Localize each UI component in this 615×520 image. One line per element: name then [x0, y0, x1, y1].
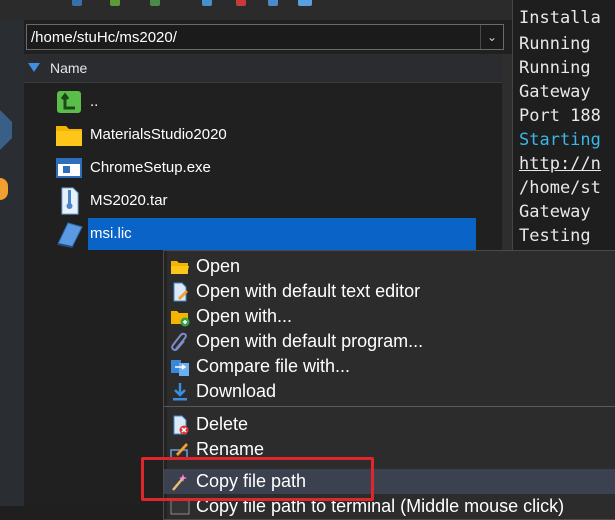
- toolbar-icon[interactable]: [110, 0, 120, 6]
- open-with-icon: [171, 311, 190, 327]
- path-bar[interactable]: /home/stuHc/ms2020/ ⌄: [26, 24, 504, 50]
- menu-item-delete[interactable]: Delete: [164, 412, 615, 437]
- menu-item-label: Compare file with...: [196, 356, 351, 376]
- terminal-line: Installa: [519, 8, 601, 28]
- highlight-annotation-box: [141, 457, 374, 501]
- menu-item-open-text-editor[interactable]: Open with default text editor: [164, 279, 615, 304]
- terminal-line: Gateway: [519, 202, 591, 222]
- menu-item-download[interactable]: Download: [164, 379, 615, 404]
- file-name: ChromeSetup.exe: [90, 159, 211, 176]
- menu-item-open-with[interactable]: Open with...: [164, 304, 615, 329]
- download-icon: [173, 383, 187, 401]
- terminal-line: Starting: [519, 130, 601, 150]
- menu-item-label: Open with...: [196, 306, 293, 326]
- toolbar-icon[interactable]: [72, 0, 82, 6]
- menu-item-label: Open: [196, 256, 241, 276]
- file-name: MaterialsStudio2020: [90, 126, 227, 143]
- terminal-link[interactable]: http://n: [519, 154, 601, 174]
- parent-folder-icon: [57, 91, 81, 113]
- menu-item-label: Delete: [196, 414, 249, 434]
- paperclip-icon: [171, 332, 187, 351]
- terminal-line: Testing: [519, 226, 591, 246]
- archive-icon: [61, 187, 79, 215]
- toolbar-icon[interactable]: [298, 0, 312, 6]
- menu-item-open[interactable]: Open: [164, 254, 615, 279]
- menu-item-label: Open with default program...: [196, 331, 424, 351]
- exe-icon: [56, 158, 82, 178]
- column-header-name[interactable]: Name: [24, 54, 502, 83]
- toolbar-icon[interactable]: [268, 0, 278, 6]
- file-icon: [57, 222, 83, 248]
- folder-open-icon: [171, 261, 189, 274]
- sort-arrow-icon: [28, 63, 40, 72]
- menu-item-label: Open with default text editor: [196, 281, 421, 301]
- file-name: ..: [90, 93, 99, 110]
- terminal-line: Running: [519, 34, 591, 54]
- toolbar-icon[interactable]: [202, 0, 212, 6]
- sidebar-orange-icon[interactable]: [0, 178, 8, 200]
- menu-item-label: Download: [196, 381, 277, 401]
- chevron-down-icon[interactable]: ⌄: [480, 25, 503, 49]
- left-sidebar: [0, 20, 25, 506]
- menu-item-compare[interactable]: Compare file with...: [164, 354, 615, 379]
- terminal-line: Port 188: [519, 106, 601, 126]
- delete-icon: [173, 415, 189, 435]
- terminal-line: /home/st: [519, 178, 601, 198]
- text-editor-icon: [173, 282, 188, 302]
- compare-icon: [171, 360, 189, 376]
- file-name: MS2020.tar: [90, 192, 168, 209]
- folder-icon: [56, 126, 82, 146]
- toolbar-icon[interactable]: [150, 0, 160, 6]
- toolbar: [0, 0, 515, 20]
- menu-separator: [164, 406, 615, 407]
- toolbar-icon[interactable]: [236, 0, 246, 6]
- file-name: msi.lic: [88, 218, 476, 250]
- sidebar-marker: [0, 110, 12, 150]
- terminal-line: Gateway: [519, 82, 591, 102]
- path-input[interactable]: /home/stuHc/ms2020/: [31, 29, 177, 46]
- terminal-line: Running: [519, 58, 591, 78]
- column-name-label: Name: [50, 60, 88, 76]
- menu-item-open-default-program[interactable]: Open with default program...: [164, 329, 615, 354]
